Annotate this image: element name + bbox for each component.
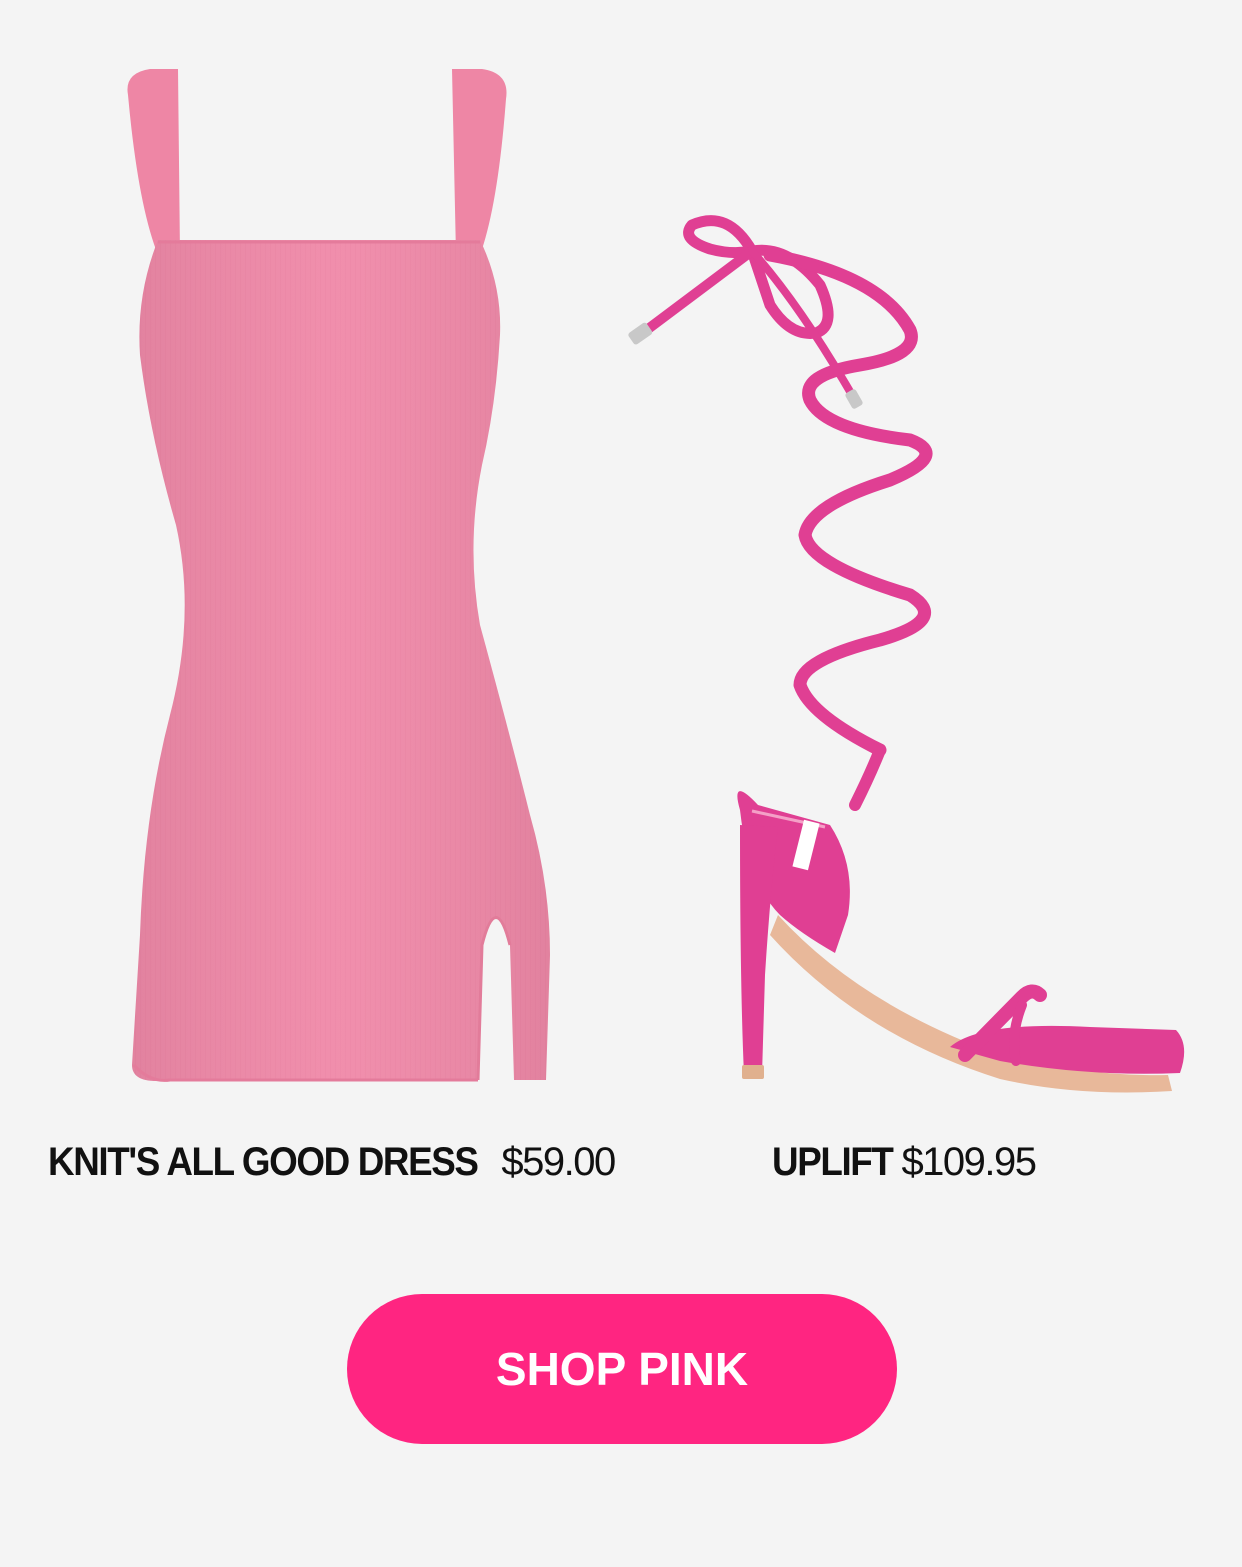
dress-product-image[interactable]	[110, 55, 570, 1105]
pink-lace-up-heel-image	[628, 215, 1185, 1093]
shoe-product-image[interactable]	[620, 215, 1200, 1095]
shop-pink-button[interactable]: SHOP PINK	[347, 1294, 897, 1444]
product-name[interactable]: UPLIFT	[772, 1137, 894, 1187]
product-name[interactable]: KNIT'S ALL GOOD DRESS	[48, 1137, 479, 1187]
pink-bodycon-dress-image	[127, 69, 550, 1082]
product-price: $59.00	[501, 1140, 616, 1184]
dress-caption[interactable]: KNIT'S ALL GOOD DRESS $59.00	[48, 1137, 616, 1187]
shop-button-label: SHOP PINK	[495, 1343, 749, 1395]
shoe-caption[interactable]: UPLIFT $109.95	[772, 1137, 1037, 1187]
product-price: $109.95	[901, 1140, 1037, 1184]
